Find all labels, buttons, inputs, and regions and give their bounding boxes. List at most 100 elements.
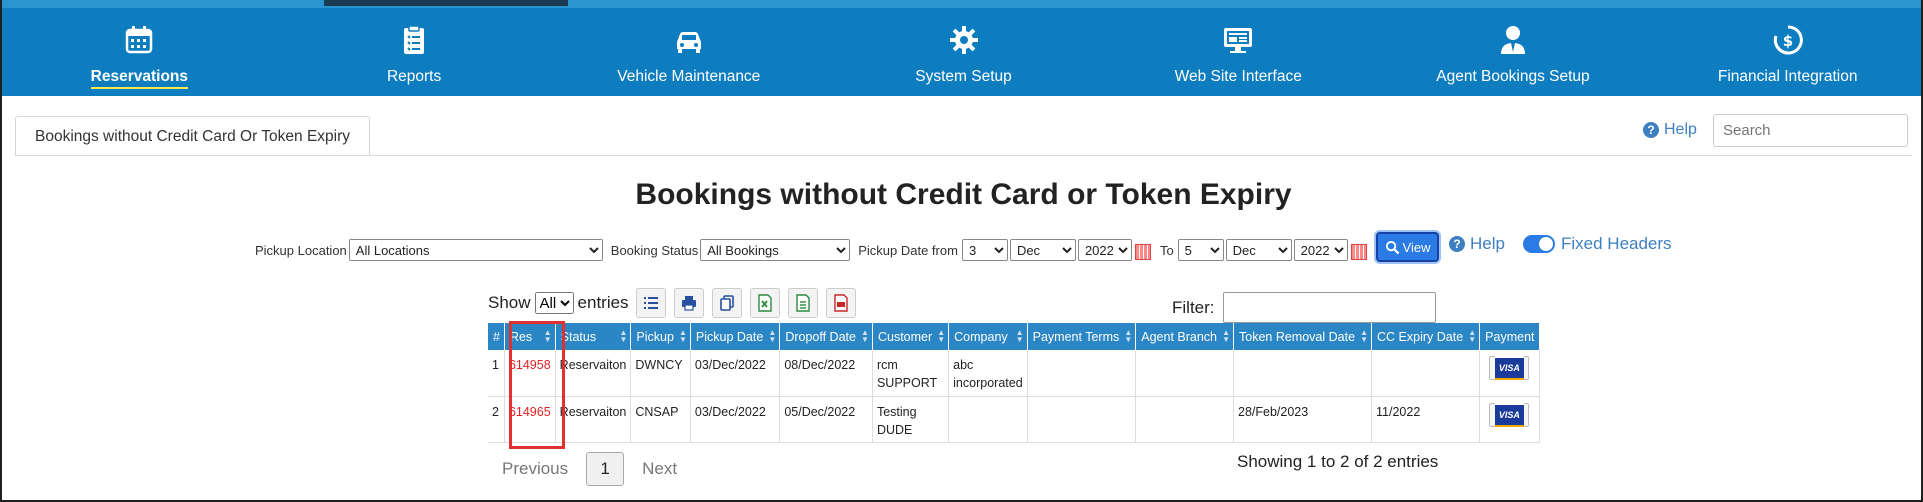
nav-item-financial-integration[interactable]: $ Financial Integration bbox=[1650, 8, 1921, 96]
cell-payment: VISA bbox=[1479, 396, 1540, 443]
entries-label: entries bbox=[577, 293, 629, 312]
csv-icon bbox=[796, 294, 810, 312]
nav-item-vehicle-maintenance[interactable]: Vehicle Maintenance bbox=[551, 8, 826, 96]
gear-icon bbox=[949, 26, 978, 54]
nav-label: Financial Integration bbox=[1717, 68, 1858, 85]
nav-item-reports[interactable]: Reports bbox=[277, 8, 552, 96]
cell-num: 2 bbox=[488, 396, 505, 443]
nav-label: Reports bbox=[386, 68, 442, 85]
highlight-box bbox=[509, 321, 565, 449]
column-list-button[interactable] bbox=[636, 288, 666, 318]
entries-select[interactable]: All bbox=[534, 292, 574, 314]
from-day-select[interactable]: 3 bbox=[961, 239, 1008, 261]
show-entries: Show All entries bbox=[488, 292, 629, 314]
list-icon bbox=[644, 297, 658, 309]
cell-status: Reservaiton bbox=[555, 396, 632, 443]
export-pdf-button[interactable] bbox=[826, 288, 856, 318]
column-header-payment[interactable]: Payment bbox=[1479, 323, 1540, 350]
tab-divider bbox=[15, 155, 1912, 156]
visa-icon: VISA bbox=[1494, 402, 1524, 427]
help-link-filters[interactable]: ? Help bbox=[1449, 234, 1505, 254]
booking-status-label: Booking Status bbox=[610, 242, 699, 258]
column-header-customer[interactable]: Customer ▲ ▼ bbox=[872, 323, 950, 350]
filter-bar: Pickup Location All Locations Booking St… bbox=[255, 238, 1370, 262]
monitor-icon bbox=[1224, 28, 1253, 53]
fixed-headers-toggle[interactable]: Fixed Headers bbox=[1523, 234, 1672, 254]
copy-icon bbox=[720, 295, 734, 311]
column-header-pickup-date[interactable]: Pickup Date ▲ ▼ bbox=[690, 323, 781, 350]
dollar-cycle-icon: $ bbox=[1773, 25, 1803, 55]
cell-payment: VISA bbox=[1479, 350, 1540, 397]
column-header-dropoff-date[interactable]: Dropoff Date ▲ ▼ bbox=[779, 323, 873, 350]
column-header-pickup[interactable]: Pickup ▲ ▼ bbox=[630, 323, 691, 350]
nav-label: Web Site Interface bbox=[1174, 68, 1302, 85]
help-icon: ? bbox=[1449, 236, 1465, 252]
help-link-top[interactable]: ? Help bbox=[1643, 121, 1697, 139]
from-year-select[interactable]: 2022 bbox=[1077, 239, 1132, 261]
clipboard-icon bbox=[404, 25, 425, 54]
cell-company: abc incorporated bbox=[948, 350, 1028, 397]
to-year-select[interactable]: 2022 bbox=[1293, 239, 1348, 261]
visa-card-button[interactable]: VISA bbox=[1489, 356, 1530, 380]
search-icon bbox=[1385, 240, 1399, 254]
cell-company bbox=[948, 396, 1028, 443]
sort-icon: ▲ ▼ bbox=[1124, 328, 1133, 344]
search-input[interactable] bbox=[1713, 114, 1908, 147]
to-month-select[interactable]: Dec bbox=[1225, 239, 1292, 261]
nav-item-web-site-interface[interactable]: Web Site Interface bbox=[1101, 8, 1376, 96]
nav-label: Reservations bbox=[90, 68, 189, 89]
top-strip-dark bbox=[324, 0, 568, 6]
cell-num: 1 bbox=[488, 350, 505, 397]
column-header-payment-terms[interactable]: Payment Terms ▲ ▼ bbox=[1027, 323, 1137, 350]
filter-input[interactable] bbox=[1222, 292, 1436, 323]
to-day-select[interactable]: 5 bbox=[1177, 239, 1224, 261]
column-header-cc-expiry-date[interactable]: CC Expiry Date ▲ ▼ bbox=[1371, 323, 1481, 350]
page-button-current[interactable]: 1 bbox=[586, 452, 625, 486]
visa-card-button[interactable]: VISA bbox=[1489, 402, 1530, 427]
column-header-status[interactable]: Status ▲ ▼ bbox=[555, 323, 632, 350]
sort-icon: ▲ ▼ bbox=[619, 328, 628, 344]
print-button[interactable] bbox=[674, 288, 704, 318]
export-excel-button[interactable] bbox=[750, 288, 780, 318]
calendar-icon[interactable] bbox=[1134, 244, 1151, 260]
pickup-location-select[interactable]: All Locations bbox=[348, 239, 603, 261]
header-label: Pickup bbox=[636, 329, 674, 344]
header-label: Company bbox=[954, 329, 1008, 344]
cell-agent-branch bbox=[1135, 350, 1234, 397]
nav-label: Agent Bookings Setup bbox=[1436, 68, 1590, 85]
cell-customer: Testing DUDE bbox=[872, 396, 950, 443]
nav-item-reservations[interactable]: Reservations bbox=[2, 8, 277, 96]
top-strip bbox=[2, 0, 1921, 8]
calendar-icon[interactable] bbox=[1350, 244, 1367, 260]
header-label: Payment Terms bbox=[1032, 329, 1120, 344]
booking-status-select[interactable]: All Bookings bbox=[700, 239, 851, 261]
excel-icon bbox=[758, 294, 772, 312]
table-row: 1 614958 Reservaiton DWNCY 03/Dec/2022 0… bbox=[488, 350, 1540, 397]
column-header-company[interactable]: Company ▲ ▼ bbox=[948, 323, 1028, 350]
filter-label: Filter: bbox=[1172, 297, 1215, 317]
next-button[interactable]: Next bbox=[642, 459, 677, 479]
cell-status: Reservaiton bbox=[555, 350, 632, 397]
help-label: Help bbox=[1470, 234, 1505, 253]
car-icon bbox=[676, 32, 701, 53]
header-label: Dropoff Date bbox=[785, 329, 856, 344]
toggle-switch[interactable] bbox=[1523, 235, 1555, 253]
export-csv-button[interactable] bbox=[788, 288, 818, 318]
cell-pickup-date: 03/Dec/2022 bbox=[690, 396, 781, 443]
header-label: CC Expiry Date bbox=[1377, 329, 1464, 344]
column-header-agent-branch[interactable]: Agent Branch ▲ ▼ bbox=[1135, 323, 1234, 350]
cell-agent-branch bbox=[1135, 396, 1234, 443]
column-header-token-removal-date[interactable]: Token Removal Date ▲ ▼ bbox=[1233, 323, 1373, 350]
header-label: Customer bbox=[877, 329, 933, 344]
copy-button[interactable] bbox=[712, 288, 742, 318]
tab-bookings-without-cc[interactable]: Bookings without Credit Card Or Token Ex… bbox=[15, 116, 370, 156]
sort-icon: ▲ ▼ bbox=[1222, 328, 1230, 344]
column-header-num[interactable]: # bbox=[488, 323, 505, 350]
nav-item-system-setup[interactable]: System Setup bbox=[826, 8, 1101, 96]
previous-button[interactable]: Previous bbox=[502, 459, 568, 479]
nav-item-agent-bookings-setup[interactable]: Agent Bookings Setup bbox=[1376, 8, 1651, 96]
cell-cc-expiry-date bbox=[1371, 350, 1481, 397]
from-month-select[interactable]: Dec bbox=[1009, 239, 1076, 261]
table-row: 2 614965 Reservaiton CNSAP 03/Dec/2022 0… bbox=[488, 396, 1540, 443]
view-button[interactable]: View bbox=[1376, 232, 1439, 262]
